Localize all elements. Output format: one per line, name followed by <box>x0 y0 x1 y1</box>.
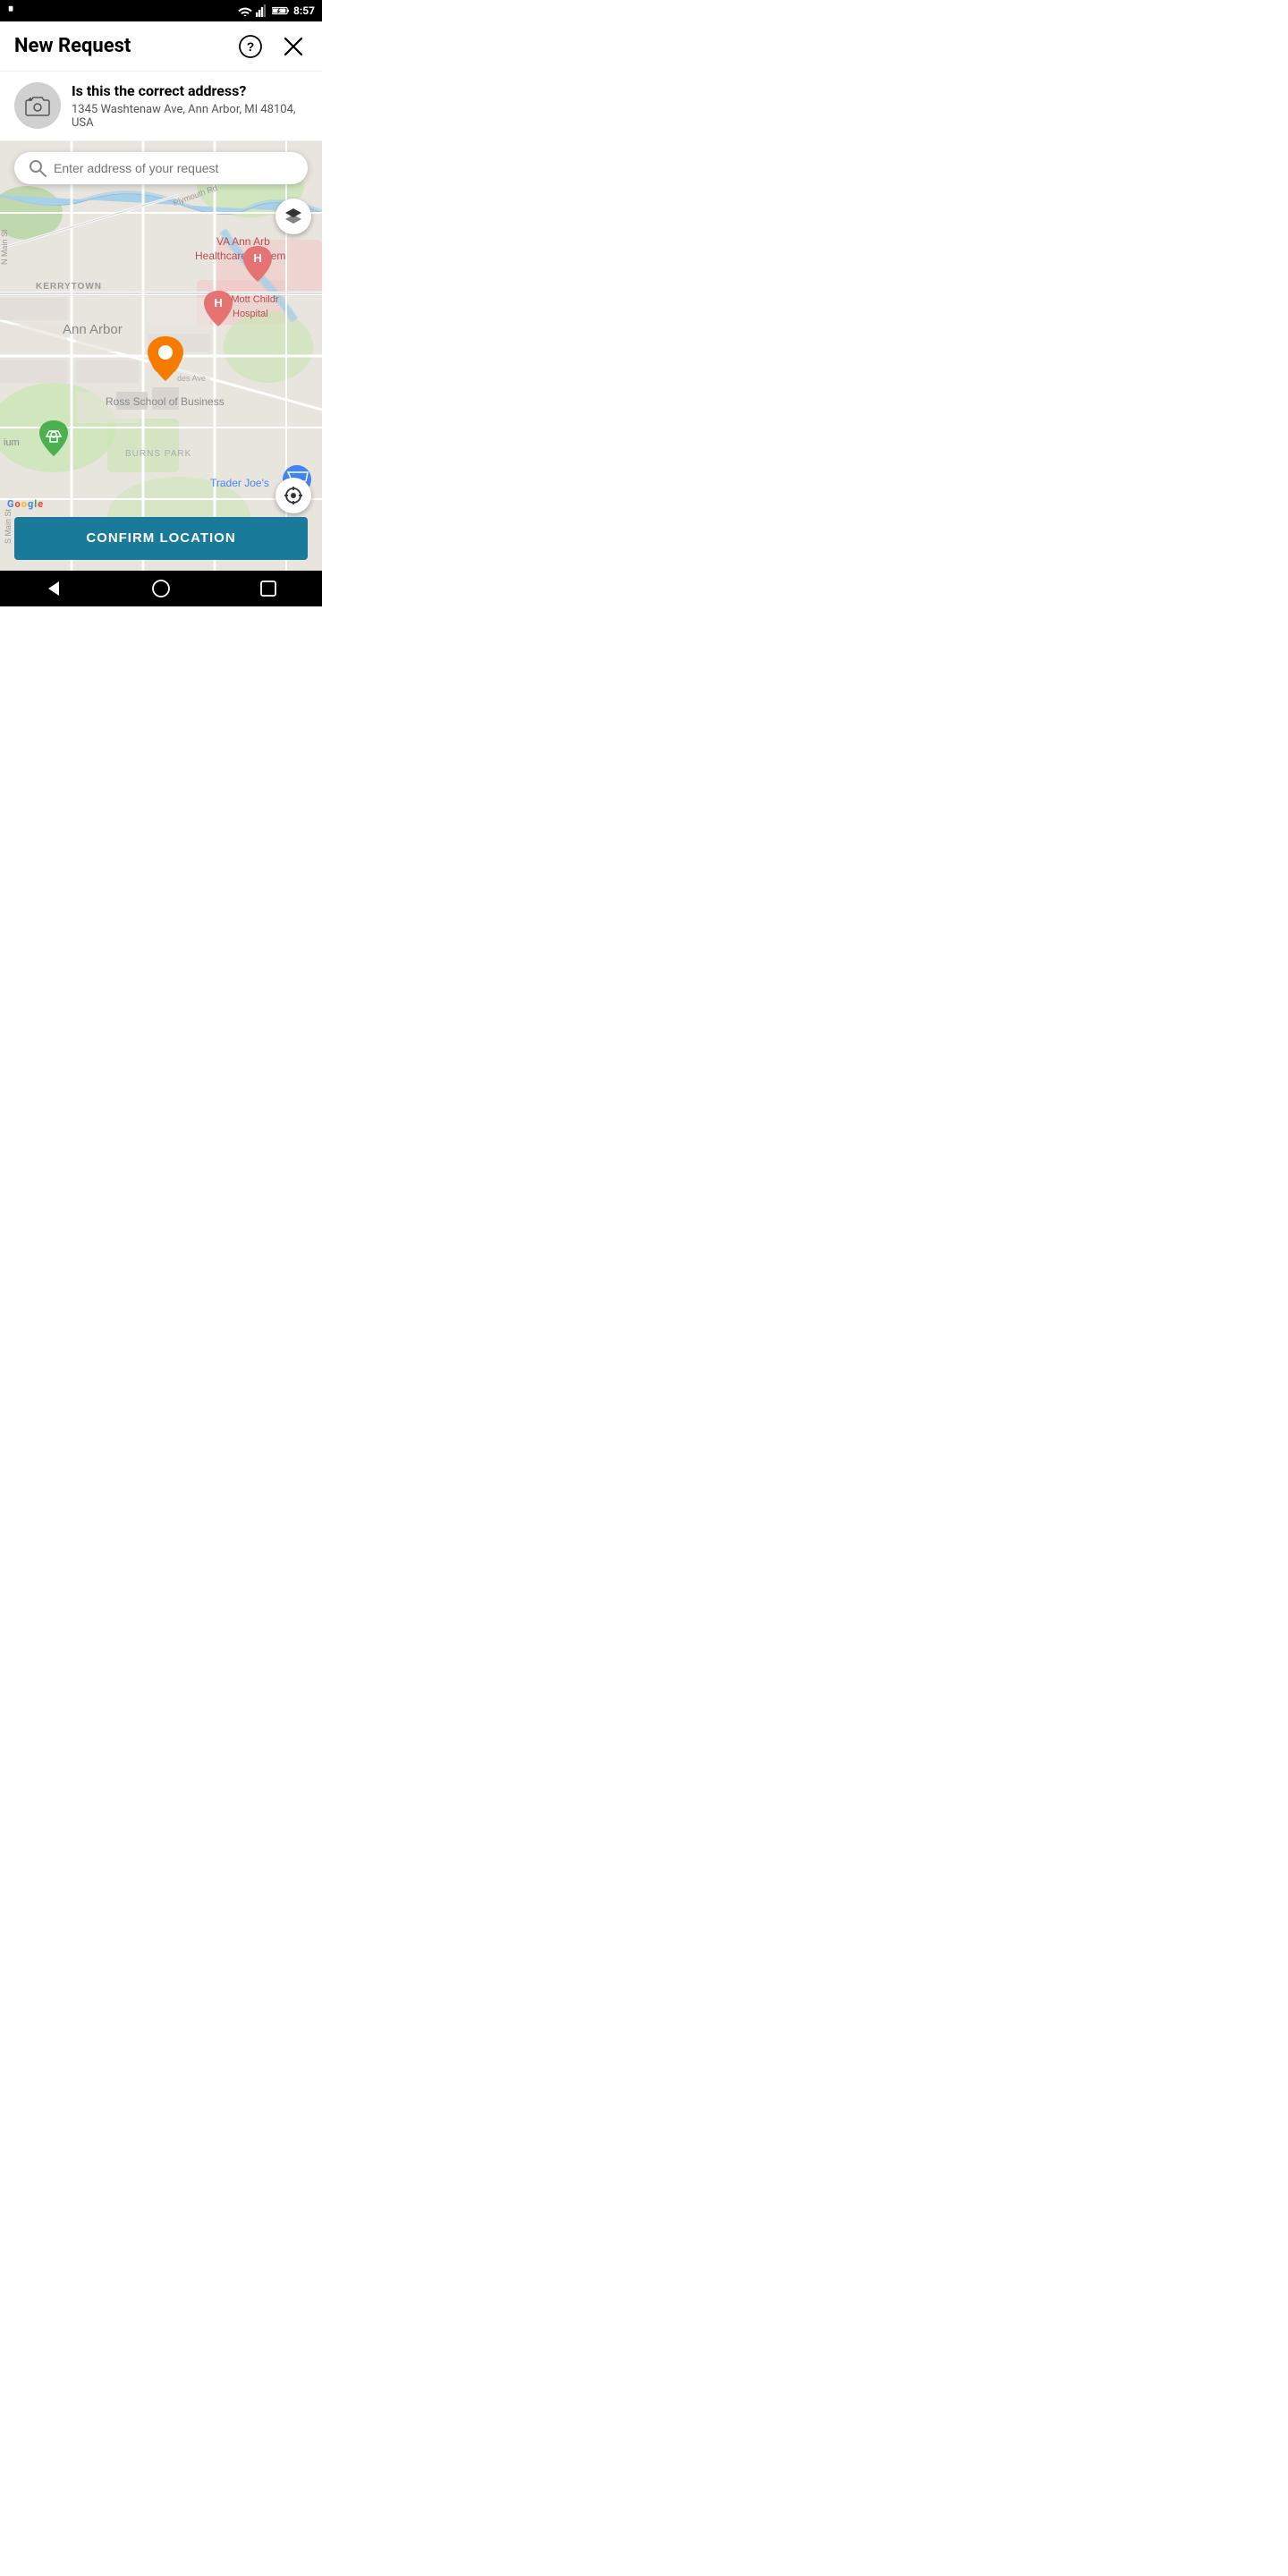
status-bar: 8:57 <box>0 0 322 21</box>
svg-text:N Main St: N Main St <box>0 229 9 265</box>
back-icon <box>45 580 63 597</box>
map-layers-button[interactable] <box>275 199 311 234</box>
map-container[interactable]: North Cam VA Ann Arb Healthcare System K… <box>0 141 322 571</box>
map-svg: North Cam VA Ann Arb Healthcare System K… <box>0 141 322 571</box>
my-location-icon <box>284 486 303 505</box>
svg-text:H: H <box>214 296 222 309</box>
recents-icon <box>259 580 277 597</box>
nav-bar <box>0 571 322 606</box>
svg-text:Healthcare System: Healthcare System <box>195 250 285 262</box>
search-icon <box>29 159 47 177</box>
wifi-icon <box>238 5 252 16</box>
address-value: 1345 Washtenaw Ave, Ann Arbor, MI 48104,… <box>72 103 308 130</box>
notification-icon <box>7 4 20 17</box>
svg-text:S Main St: S Main St <box>4 508 13 544</box>
status-right: 8:57 <box>238 4 315 17</box>
svg-text:?: ? <box>247 39 255 54</box>
svg-text:Trader Joe's: Trader Joe's <box>210 477 269 489</box>
svg-text:ium: ium <box>4 437 20 448</box>
search-bar[interactable] <box>14 152 308 184</box>
time-display: 8:57 <box>293 4 315 17</box>
home-nav-button[interactable] <box>152 580 170 597</box>
camera-icon-circle <box>14 82 61 129</box>
svg-text:BURNS PARK: BURNS PARK <box>125 449 191 459</box>
confirm-location-button[interactable]: CONFIRM LOCATION <box>14 517 308 560</box>
address-question: Is this the correct address? <box>72 82 308 101</box>
svg-text:des Ave: des Ave <box>177 374 206 383</box>
header-actions: ? <box>236 32 308 61</box>
address-card: Is this the correct address? 1345 Washte… <box>0 72 322 141</box>
back-nav-button[interactable] <box>45 580 63 597</box>
signal-icon <box>256 4 268 17</box>
close-icon <box>284 37 303 56</box>
page-title: New Request <box>14 35 131 57</box>
camera-plus-icon <box>25 95 50 116</box>
address-text-block: Is this the correct address? 1345 Washte… <box>72 82 308 130</box>
google-logo: Google <box>7 498 43 510</box>
help-button[interactable]: ? <box>236 32 265 61</box>
svg-text:KERRYTOWN: KERRYTOWN <box>36 282 102 292</box>
svg-text:VA Ann Arb: VA Ann Arb <box>216 235 270 248</box>
location-button[interactable] <box>275 478 311 513</box>
layers-icon <box>284 207 303 226</box>
svg-text:H: H <box>253 251 261 265</box>
recents-nav-button[interactable] <box>259 580 277 597</box>
status-left <box>7 4 20 17</box>
svg-text:Hospital: Hospital <box>233 309 268 319</box>
help-icon: ? <box>239 35 262 58</box>
close-button[interactable] <box>279 32 308 61</box>
home-icon <box>152 580 170 597</box>
battery-icon <box>272 5 290 16</box>
search-input[interactable] <box>54 161 293 175</box>
svg-text:Ann Arbor: Ann Arbor <box>63 322 123 337</box>
svg-text:Ross School of Business: Ross School of Business <box>106 395 225 408</box>
app-header: New Request ? <box>0 21 322 72</box>
